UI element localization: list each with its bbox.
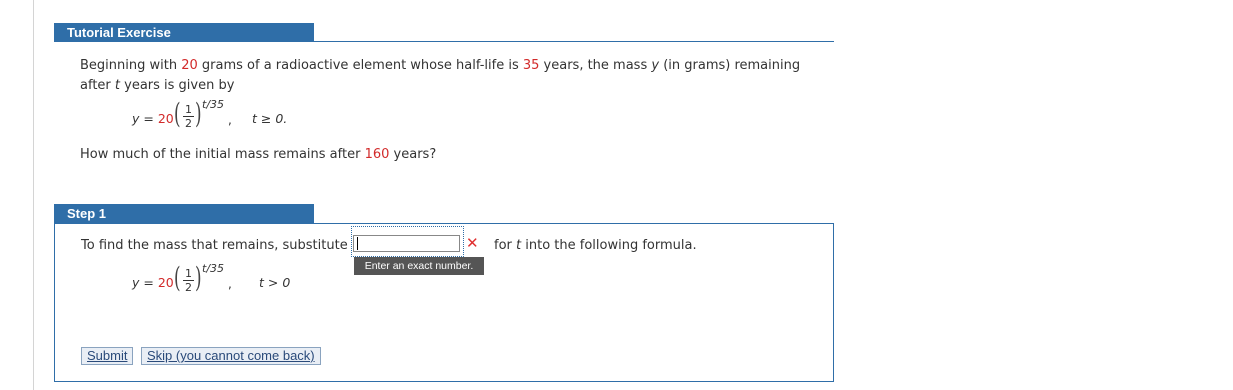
- problem-line-1: Beginning with 20 grams of a radioactive…: [80, 58, 801, 73]
- step-1-formula: y = 20 ( 12 ) t/35 , t > 0: [132, 261, 291, 294]
- skip-button[interactable]: Skip (you cannot come back): [141, 347, 321, 365]
- decay-formula: y = 20 ( 12 ) t/35 , t ≥ 0.: [132, 97, 288, 130]
- question: How much of the initial mass remains aft…: [80, 147, 437, 162]
- incorrect-x-icon: ✕: [466, 234, 479, 252]
- step-1-header-label: Step 1: [67, 206, 107, 221]
- problem-line-2: after t years is given by: [80, 78, 235, 93]
- tutorial-header-label: Tutorial Exercise: [67, 25, 171, 40]
- elapsed-years-value: 160: [364, 147, 390, 162]
- tutorial-header: Tutorial Exercise: [54, 23, 314, 42]
- text-caret: [357, 237, 358, 250]
- domain-condition: t ≥ 0.: [252, 111, 288, 126]
- domain-condition: t > 0: [259, 275, 291, 290]
- answer-hint-tooltip: Enter an exact number.: [354, 257, 484, 275]
- step-1-instruction-end: for t into the following formula.: [494, 238, 697, 253]
- initial-mass-value: 20: [181, 58, 198, 73]
- exponent: t/35: [202, 262, 225, 275]
- fraction-one-half: 12: [183, 103, 194, 130]
- answer-input[interactable]: [353, 235, 460, 252]
- step-1-header: Step 1: [54, 204, 314, 223]
- fraction-one-half: 12: [183, 267, 194, 294]
- left-divider: [33, 0, 34, 390]
- step-1-instruction: To find the mass that remains, substitut…: [81, 238, 348, 253]
- exponent: t/35: [202, 98, 225, 111]
- tutorial-header-rule: [54, 41, 834, 42]
- half-life-value: 35: [522, 58, 540, 73]
- submit-button[interactable]: Submit: [81, 347, 134, 365]
